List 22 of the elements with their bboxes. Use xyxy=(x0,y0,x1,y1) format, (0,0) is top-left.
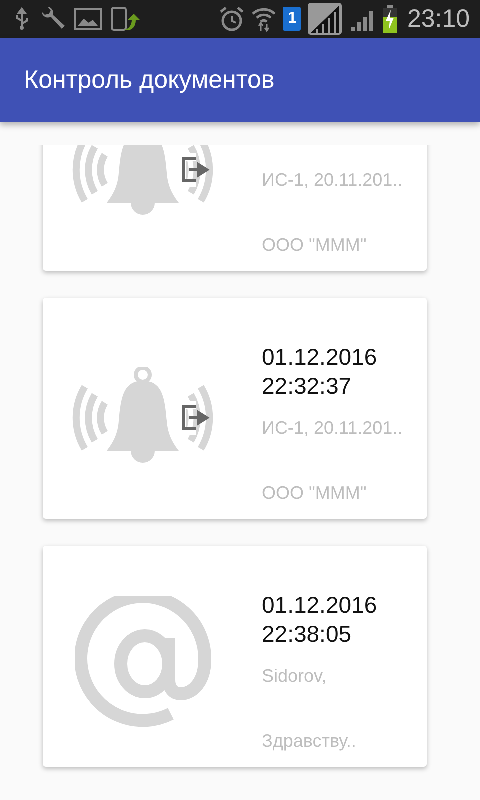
document-sender: ООО "МММ" xyxy=(262,483,368,504)
phone-upload-icon xyxy=(110,6,140,32)
document-info: ИС-1, 20.11.201.. xyxy=(262,169,404,192)
app-title: Контроль документов xyxy=(24,66,275,94)
document-time: 22:38:05 xyxy=(262,620,353,649)
sim-badge: 1 xyxy=(283,7,302,31)
document-info: ИС-1, 20.11.201.. xyxy=(262,417,404,440)
document-info: Sidorov, xyxy=(262,665,328,688)
document-card[interactable]: 01.12.2016 22:38:05 Sidorov, Здравству.. xyxy=(43,546,427,767)
clock-time: 23:10 xyxy=(407,4,470,34)
document-sender: ООО "МММ" xyxy=(262,235,368,256)
battery-charging-icon xyxy=(383,5,398,33)
signal-icon xyxy=(307,2,344,36)
alarm-clock-icon xyxy=(219,6,246,32)
image-icon xyxy=(74,7,102,31)
document-time: 22:32:37 xyxy=(262,372,353,401)
usb-icon xyxy=(14,7,30,31)
wifi-icon xyxy=(251,6,278,32)
document-date: 01.12.2016 xyxy=(262,591,378,620)
document-sender: Здравству.. xyxy=(262,731,358,752)
document-date: 01.12.2016 xyxy=(262,343,378,372)
document-card[interactable]: 01.12.2016 22:32:37 ИС-1, 20.11.201.. ООО "МММ" xyxy=(43,298,427,519)
